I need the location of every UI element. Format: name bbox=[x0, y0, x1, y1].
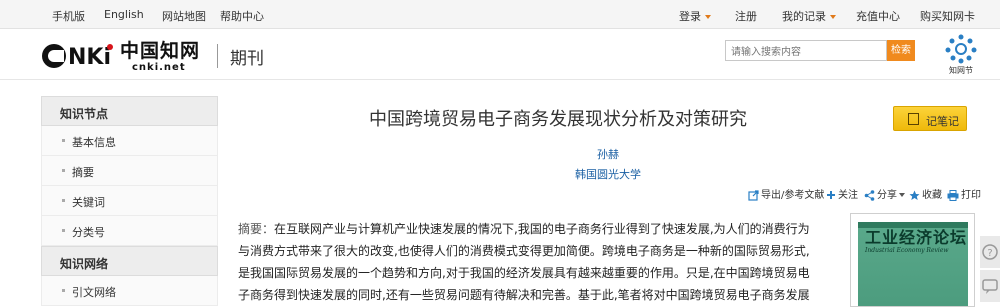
question-icon: ? bbox=[982, 244, 998, 260]
chevron-down-icon bbox=[705, 15, 711, 19]
english-link[interactable]: English bbox=[104, 8, 144, 21]
bullet-icon bbox=[62, 169, 65, 172]
register-link[interactable]: 注册 bbox=[735, 8, 757, 24]
recharge-link[interactable]: 充值中心 bbox=[856, 8, 900, 24]
floating-feedback-tab[interactable] bbox=[980, 270, 1000, 302]
bullet-icon bbox=[62, 229, 65, 232]
abstract-section: 摘要：在互联网产业与计算机产业快速发展的情况下,我国的电子商务行业得到了快速发展… bbox=[238, 218, 838, 306]
header-divider bbox=[217, 44, 218, 68]
sidebar-item-label: 基本信息 bbox=[72, 136, 116, 149]
follow-label: 关注 bbox=[838, 190, 858, 201]
share-label: 分享 bbox=[877, 190, 897, 201]
share-icon bbox=[864, 189, 875, 201]
chevron-down-icon bbox=[899, 193, 905, 197]
sidebar-item-label: 引文网络 bbox=[72, 286, 116, 299]
search-input[interactable] bbox=[725, 40, 887, 61]
zhiwangjie-logo[interactable]: 知网节 bbox=[943, 33, 979, 77]
print-button[interactable]: 打印 bbox=[947, 186, 981, 201]
sidebar-section-knowledge-nodes: 知识节点 bbox=[41, 96, 218, 126]
abstract-line: 与消费方式带来了很大的改变,也使得人们的消费模式变得更加简便。跨境电子商务是一种… bbox=[238, 244, 810, 258]
abstract-label: 摘要： bbox=[238, 222, 275, 236]
bullet-icon bbox=[62, 139, 65, 142]
floating-help-tab[interactable]: ? bbox=[980, 236, 1000, 268]
logo-text: 中国知网 bbox=[120, 40, 201, 62]
my-records-menu[interactable]: 我的记录 bbox=[782, 8, 836, 24]
top-bar: 手机版 English 网站地图 帮助中心 登录 注册 我的记录 充值中心 购买… bbox=[0, 0, 1000, 29]
svg-text:NKi: NKi bbox=[68, 45, 111, 70]
buy-card-link[interactable]: 购买知网卡 bbox=[920, 8, 975, 24]
author-link[interactable]: 孙赫 bbox=[238, 146, 978, 162]
plus-icon bbox=[827, 191, 835, 199]
login-label: 登录 bbox=[679, 10, 701, 23]
bullet-icon bbox=[62, 289, 65, 292]
share-button[interactable]: 分享 bbox=[864, 186, 905, 201]
sidebar-item-abstract[interactable]: 摘要 bbox=[41, 156, 218, 186]
chat-icon bbox=[982, 279, 998, 294]
site-header: NKi 中国知网 cnki.net 期刊 检索 知网节 bbox=[0, 30, 1000, 80]
take-notes-button[interactable]: 记笔记 bbox=[893, 106, 967, 131]
star-icon bbox=[909, 190, 920, 200]
sidebar-item-label: 摘要 bbox=[72, 166, 94, 179]
article-title: 中国跨境贸易电子商务发展现状分析及对策研究 bbox=[369, 109, 747, 130]
sidebar-item-classification[interactable]: 分类号 bbox=[41, 216, 218, 246]
sitemap-link[interactable]: 网站地图 bbox=[162, 8, 206, 24]
abstract-line: 子商务得到快速发展的同时,还有一些贸易问题有待解决和完善。基于此,笔者将对中国跨… bbox=[238, 288, 810, 302]
abstract-line: 是我国国际贸易发展的一个趋势和方向,对于我国的经济发展具有越来越重要的作用。只是… bbox=[238, 266, 810, 280]
journal-cover-title: 工业经济论坛 bbox=[865, 228, 968, 247]
mobile-link[interactable]: 手机版 bbox=[52, 8, 85, 24]
journal-cover[interactable]: 工业经济论坛 Industrial Economy Review bbox=[850, 213, 975, 307]
sidebar-item-label: 分类号 bbox=[72, 226, 105, 239]
printer-icon bbox=[947, 189, 959, 201]
help-link[interactable]: 帮助中心 bbox=[220, 8, 264, 24]
follow-button[interactable]: 关注 bbox=[826, 186, 858, 201]
logo-subtext: cnki.net bbox=[132, 62, 186, 73]
my-records-label: 我的记录 bbox=[782, 10, 826, 23]
svg-text:?: ? bbox=[987, 248, 992, 259]
zhiwangjie-icon bbox=[945, 34, 977, 64]
abstract-text: 在互联网产业与计算机产业快速发展的情况下,我国的电子商务行业得到了快速发展,为人… bbox=[274, 222, 810, 236]
export-label: 导出/参考文献 bbox=[761, 190, 825, 201]
take-notes-label: 记笔记 bbox=[926, 116, 959, 128]
sidebar-item-citation-network[interactable]: 引文网络 bbox=[41, 276, 218, 306]
chevron-down-icon bbox=[830, 15, 836, 19]
article-toolbar: 导出/参考文献 关注 分享 收藏 打印 bbox=[0, 186, 1000, 202]
favorite-label: 收藏 bbox=[922, 190, 942, 201]
export-icon bbox=[748, 189, 759, 201]
login-menu[interactable]: 登录 bbox=[679, 8, 711, 24]
notebook-icon bbox=[908, 113, 919, 125]
print-label: 打印 bbox=[961, 190, 981, 201]
search-button[interactable]: 检索 bbox=[887, 40, 915, 61]
sidebar-section-knowledge-network: 知识网络 bbox=[41, 246, 218, 276]
section-title: 期刊 bbox=[230, 49, 264, 69]
sidebar-item-basic-info[interactable]: 基本信息 bbox=[41, 126, 218, 156]
institution-link[interactable]: 韩国圆光大学 bbox=[238, 166, 978, 182]
abstract-line: 摘要：在互联网产业与计算机产业快速发展的情况下,我国的电子商务行业得到了快速发展… bbox=[238, 218, 838, 240]
export-reference-button[interactable]: 导出/参考文献 bbox=[748, 186, 824, 201]
favorite-button[interactable]: 收藏 bbox=[909, 186, 942, 201]
zhiwangjie-label: 知网节 bbox=[949, 66, 973, 75]
cnki-logo[interactable]: NKi 中国知网 cnki.net bbox=[40, 36, 215, 76]
journal-cover-subtitle: Industrial Economy Review bbox=[865, 247, 949, 254]
